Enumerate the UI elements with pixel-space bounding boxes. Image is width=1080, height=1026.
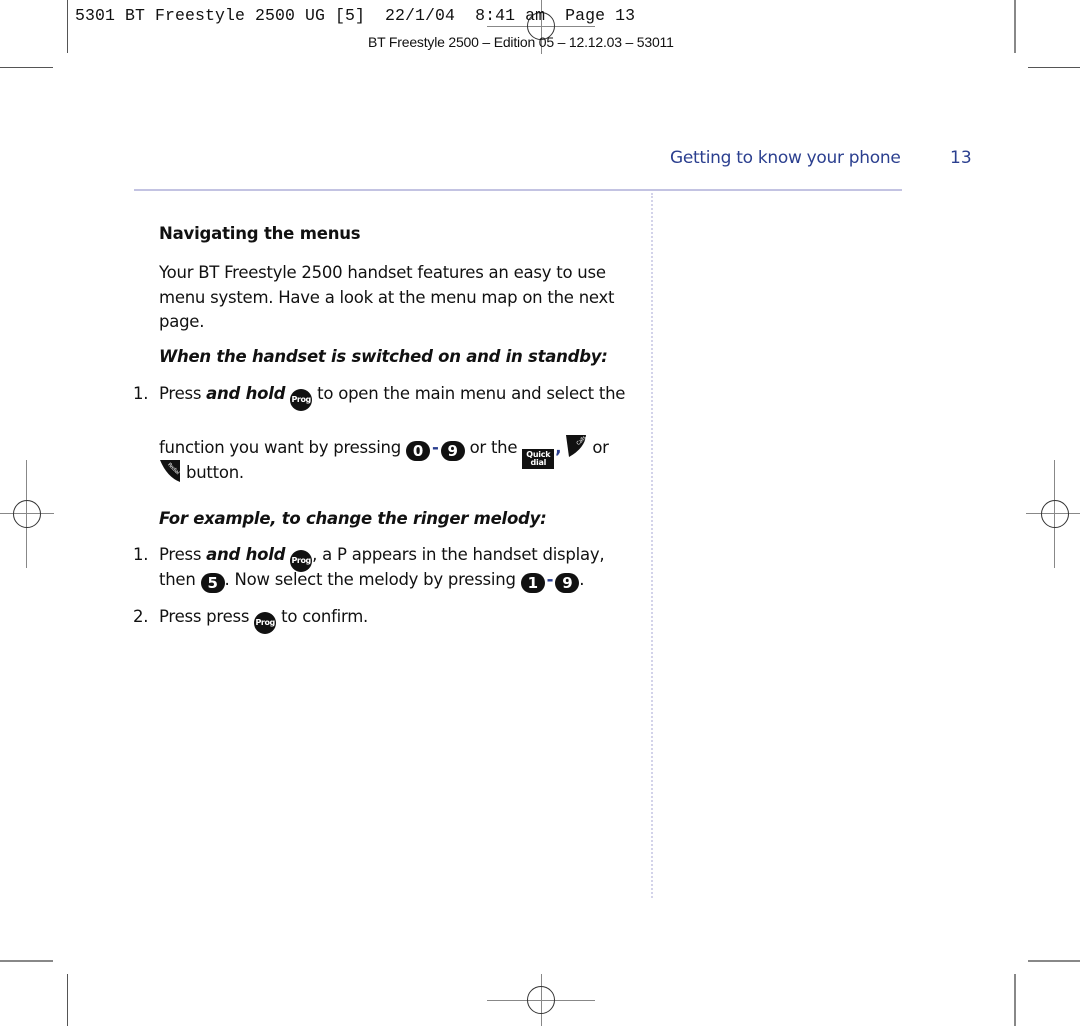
redial-key-icon: Redial bbox=[159, 459, 181, 483]
example-step-1: 1. Press and hold Prog, a P appears in t… bbox=[0, 545, 700, 600]
step-text: . Now select the melody by pressing bbox=[224, 570, 521, 589]
range-dash: - bbox=[431, 438, 439, 457]
running-header-section: Getting to know your phone bbox=[670, 148, 901, 168]
prog-key-icon: Prog bbox=[290, 549, 313, 572]
step-text: to confirm. bbox=[276, 607, 369, 626]
example-step-2: 2. Press press Prog to confirm. bbox=[0, 607, 700, 635]
display-p-glyph: P bbox=[337, 545, 347, 564]
page-number: 13 bbox=[950, 148, 972, 168]
key-0-icon: 0 bbox=[405, 441, 430, 461]
prog-key-icon: Prog bbox=[254, 611, 277, 634]
key-9-icon: 9 bbox=[555, 573, 580, 593]
step-text: function you want by pressing bbox=[159, 438, 406, 457]
key-9-icon: 9 bbox=[440, 441, 465, 461]
step-text: to open the main menu and select the bbox=[312, 384, 626, 403]
step-text: button. bbox=[181, 463, 244, 482]
step-number: 1. bbox=[133, 545, 149, 564]
step-text: Press press bbox=[159, 607, 255, 626]
step-text: Press bbox=[159, 384, 207, 403]
header-rule bbox=[134, 189, 902, 191]
edition-line: BT Freestyle 2500 – Edition 05 – 12.12.0… bbox=[368, 34, 674, 50]
crop-mark-bottom-right-v bbox=[1014, 974, 1016, 1026]
standby-subheading: When the handset is switched on and in s… bbox=[159, 347, 608, 366]
standby-step-1: 1. Press and hold Prog to open the main … bbox=[0, 384, 700, 484]
crop-mark-top-left-v bbox=[67, 0, 68, 53]
step-text: or bbox=[587, 438, 609, 457]
key-5-icon: 5 bbox=[200, 573, 225, 593]
step-text: Press bbox=[159, 545, 207, 564]
registration-mark-bottom bbox=[487, 974, 595, 1026]
emphasis-text: and hold bbox=[206, 545, 286, 564]
crop-mark-top-left-h bbox=[0, 67, 53, 68]
step-number: 1. bbox=[133, 384, 149, 403]
calls-key-icon: Calls bbox=[565, 434, 588, 458]
quick-dial-key-icon: Quick dial bbox=[522, 449, 555, 469]
printer-slug: 5301 BT Freestyle 2500 UG [5] 22/1/04 8:… bbox=[75, 6, 636, 25]
comma: , bbox=[555, 438, 562, 457]
registration-mark-right bbox=[1026, 460, 1080, 568]
step-text: or the bbox=[464, 438, 523, 457]
prog-key-icon: Prog bbox=[290, 388, 313, 411]
example-subheading: For example, to change the ringer melody… bbox=[159, 509, 547, 528]
step-text: , a bbox=[312, 545, 338, 564]
intro-paragraph: Your BT Freestyle 2500 handset features … bbox=[159, 263, 615, 331]
emphasis-text: and hold bbox=[206, 384, 286, 403]
step-text: then bbox=[159, 570, 201, 589]
crop-mark-bottom-right-h bbox=[1028, 960, 1080, 962]
range-dash: - bbox=[546, 570, 554, 589]
step-number: 2. bbox=[133, 607, 149, 626]
key-1-icon: 1 bbox=[520, 573, 545, 593]
step-text: appears in the handset display, bbox=[346, 545, 605, 564]
crop-mark-top-right-h bbox=[1028, 67, 1080, 68]
section-heading: Navigating the menus bbox=[159, 224, 361, 243]
crop-mark-bottom-left-v bbox=[67, 974, 68, 1026]
crop-mark-bottom-left-h bbox=[0, 960, 53, 962]
step-text: . bbox=[579, 570, 585, 589]
crop-mark-top-right-v bbox=[1014, 0, 1016, 53]
